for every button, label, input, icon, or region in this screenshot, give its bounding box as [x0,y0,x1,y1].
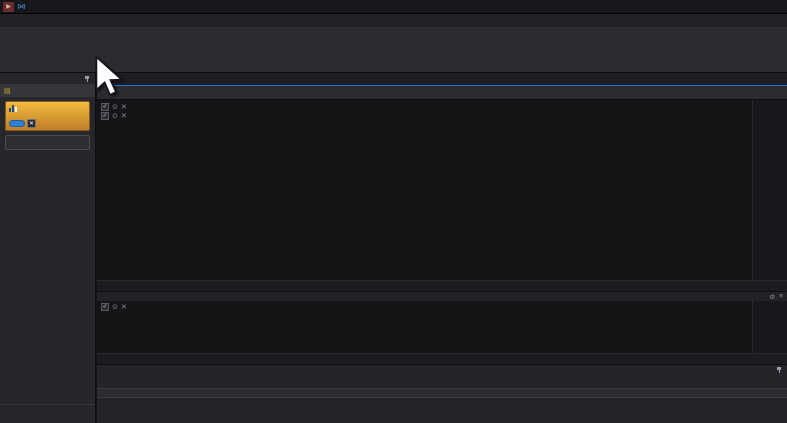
data-sources-header [0,73,95,85]
series-visibility-checkbox[interactable]: ✓ [101,103,109,111]
volume-time-axis[interactable] [97,353,787,364]
close-button[interactable] [769,1,784,13]
panel-pin-icon[interactable] [83,75,91,83]
logs-table-header [97,388,787,398]
logs-toolbar [97,375,787,388]
volume-pane-icons: ⚙ ≡ [769,293,783,301]
series-remove-icon[interactable]: ✕ [121,103,127,111]
volume-settings-icon[interactable]: ⊙ [112,303,118,311]
sma-settings-icon[interactable]: ⊙ [112,112,118,120]
maximize-button[interactable] [753,1,768,13]
logs-pin-icon[interactable] [775,366,783,374]
document-tab-strip [97,73,787,86]
volume-chart-canvas[interactable] [97,301,752,353]
quick-start-icon[interactable]: ▶ [3,2,14,12]
sma-remove-icon[interactable]: ✕ [121,112,127,120]
app-logo-icon: ⋈ [16,2,27,12]
volume-chart-pane: ✓ ⊙ ✕ [97,301,787,364]
volume-remove-icon[interactable]: ✕ [121,303,127,311]
finam-logo-icon [9,104,86,112]
source-remove-button[interactable]: ✕ [27,119,36,128]
sma-visibility-checkbox[interactable]: ✓ [101,112,109,120]
source-card-finam[interactable]: ✕ [5,101,90,131]
minimize-button[interactable] [737,1,752,13]
data-sources-panel: ▤ ✕ [0,73,96,423]
finam-card-controls: ✕ [9,119,86,128]
window-controls [737,1,784,13]
ribbon-tab-strip [0,14,787,27]
logs-header [97,365,787,375]
source-enable-toggle[interactable] [9,120,25,127]
volume-axis[interactable] [752,301,787,353]
volume-visibility-checkbox[interactable]: ✓ [101,303,109,311]
volume-pane-menu-icon[interactable]: ≡ [779,293,783,301]
quick-access-toolbar: ▶ ⋈ [3,2,27,12]
legend-row-sma: ✓ ⊙ ✕ [101,112,133,120]
source-cards: ✕ [0,97,95,154]
volume-pane-titlebar[interactable]: ⚙ ≡ [97,291,787,301]
sidebar-nav [0,404,95,405]
series-settings-icon[interactable]: ⊙ [112,103,118,111]
source-card-mfd[interactable] [5,135,90,150]
price-chart-canvas[interactable] [97,100,752,280]
chart-toolbar [97,86,787,100]
content-area: ✓ ⊙ ✕ ✓ ⊙ ✕ ⚙ ≡ ✓ ⊙ [97,73,787,423]
titlebar: ▶ ⋈ [0,0,787,14]
logs-panel [97,364,787,423]
legend-row-volume: ✓ ⊙ ✕ [101,303,130,311]
volume-pane-settings-icon[interactable]: ⚙ [769,293,775,301]
volume-legend: ✓ ⊙ ✕ [101,303,130,311]
legend-row-candles: ✓ ⊙ ✕ [101,103,133,111]
sources-section-icon: ▤ [4,87,11,95]
sources-section-bar[interactable]: ▤ [0,85,95,97]
price-chart-pane: ✓ ⊙ ✕ ✓ ⊙ ✕ [97,100,787,291]
price-time-axis[interactable] [97,280,787,291]
price-axis[interactable] [752,100,787,280]
chart-legend: ✓ ⊙ ✕ ✓ ⊙ ✕ [101,103,133,120]
ribbon [0,27,787,73]
